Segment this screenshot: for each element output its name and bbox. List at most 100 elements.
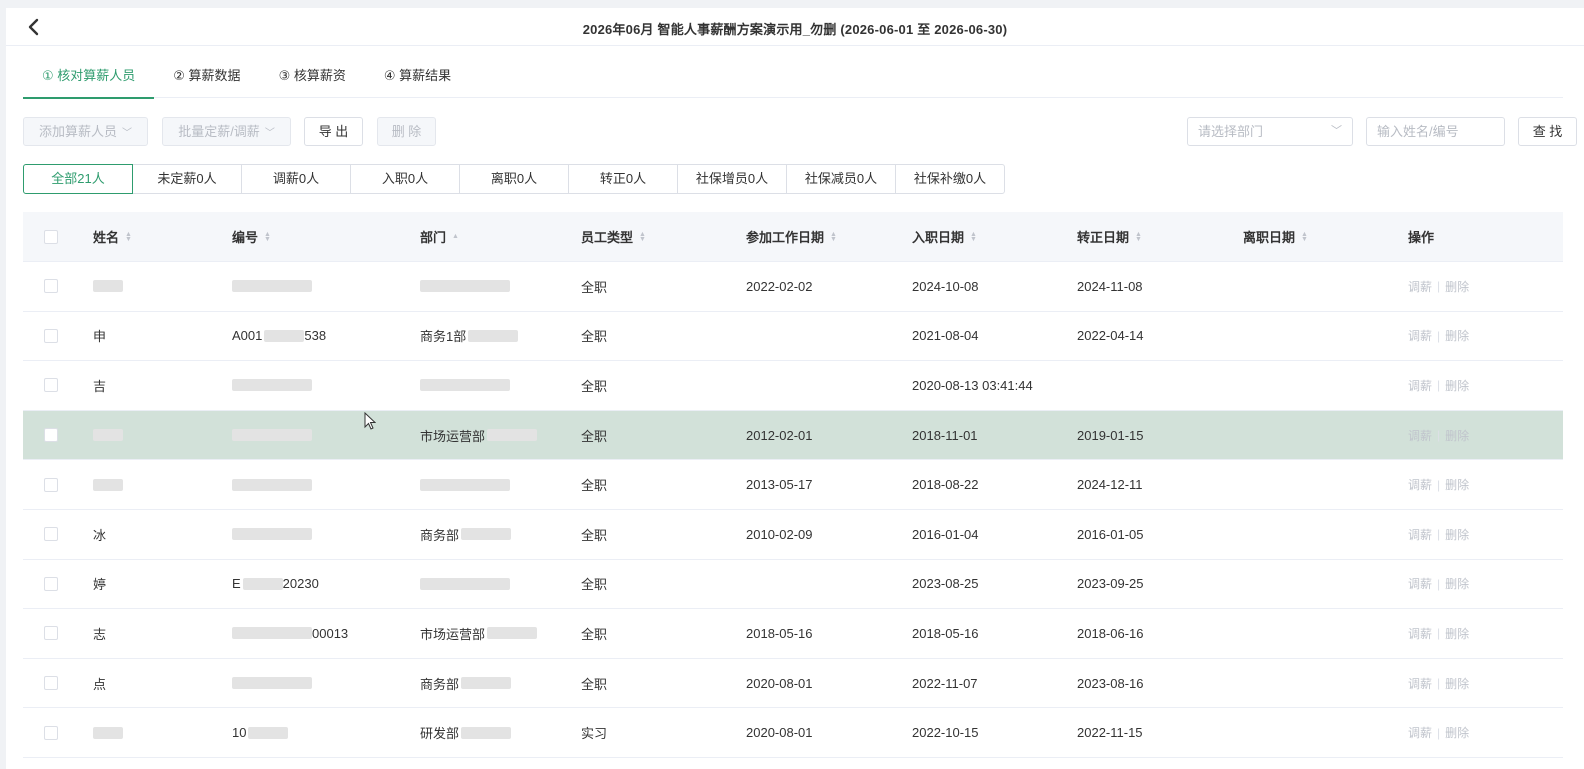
search-input[interactable] <box>1366 117 1505 146</box>
cell-name: 点 <box>93 676 107 692</box>
divider: | <box>1437 725 1441 740</box>
cell-work-date: 2022-02-02 <box>746 278 813 294</box>
page-header: 2026年06月 智能人事薪酬方案演示用_勿删 (2026-06-01 至 20… <box>6 8 1584 46</box>
cell-join-date: 2023-08-25 <box>912 576 979 592</box>
row-checkbox[interactable] <box>44 477 58 492</box>
cell-dept <box>420 262 510 311</box>
redacted-mask <box>242 577 283 590</box>
redacted-mask <box>232 379 312 392</box>
row-checkbox[interactable] <box>44 279 58 294</box>
adjust-salary-link[interactable]: 调薪 <box>1408 575 1432 592</box>
table-row[interactable]: 申 A001 538 商务1部 全职 2021-08-04 2022-04-14 调薪 | 删除 <box>23 311 1563 362</box>
adjust-salary-link[interactable]: 调薪 <box>1408 625 1432 642</box>
table-row[interactable]: 全职 2022-02-02 2024-10-08 2024-11-08 调薪 | 删除 <box>23 262 1563 312</box>
col-join-date[interactable]: 入职日期 ▲ ▼ <box>912 212 977 261</box>
col-dept[interactable]: 部门 ▲ <box>420 212 459 261</box>
redacted-mask <box>420 280 510 293</box>
filter-insurance-backpay[interactable]: 社保补缴0人 <box>895 164 1005 194</box>
cell-type: 全职 <box>581 378 608 394</box>
filter-insurance-remove[interactable]: 社保减员0人 <box>786 164 896 194</box>
table-row[interactable]: 冰 商务部 全职 2010-02-09 2016-01-04 2016-01-05 调薪 | 删… <box>23 509 1563 560</box>
col-name[interactable]: 姓名 ▲ ▼ <box>93 212 132 261</box>
row-checkbox[interactable] <box>44 725 58 740</box>
col-actions: 操作 <box>1408 230 1435 245</box>
table-row[interactable]: 10 研发部 实习 2020-08-01 2022-10-15 2022-11-15 调薪 |… <box>23 708 1563 758</box>
sort-icon: ▲ ▼ <box>970 230 977 243</box>
filter-adjusted[interactable]: 调薪0人 <box>241 164 351 194</box>
table-row[interactable]: 点 商务部 全职 2020-08-01 2022-11-07 2023-08-16 调薪 | 删… <box>23 658 1563 709</box>
adjust-salary-link[interactable]: 调薪 <box>1408 377 1432 394</box>
table-row[interactable]: 全职 2013-05-17 2018-08-22 2024-12-11 调薪 | 删除 <box>23 460 1563 510</box>
cell-regular-date: 2024-12-11 <box>1077 477 1143 493</box>
row-checkbox[interactable] <box>44 378 58 393</box>
table-row[interactable]: 吉 全职 2020-08-13 03:41:44 调薪 | 删除 <box>23 361 1563 411</box>
filter-left[interactable]: 离职0人 <box>459 164 569 194</box>
batch-adjust-button[interactable]: 批量定薪/调薪 ﹀ <box>162 117 291 146</box>
filter-regularized[interactable]: 转正0人 <box>568 164 678 194</box>
cell-join-date: 2024-10-08 <box>912 278 979 294</box>
adjust-salary-link[interactable]: 调薪 <box>1408 476 1432 493</box>
tab-verify-staff[interactable]: ① 核对算薪人员 <box>23 60 155 99</box>
cell-type: 全职 <box>581 577 608 593</box>
sort-icon: ▲ ▼ <box>125 230 132 243</box>
cell-id: A001 538 <box>232 328 327 344</box>
filter-insurance-add[interactable]: 社保增员0人 <box>677 164 787 194</box>
delete-row-link[interactable]: 删除 <box>1445 724 1469 741</box>
table-row[interactable]: 市场运营部 全职 2012-02-01 2018-11-01 2019-01-15 调薪 |… <box>23 410 1563 461</box>
redacted-mask <box>93 280 123 293</box>
adjust-salary-link[interactable]: 调薪 <box>1408 278 1432 295</box>
cell-name: 申 <box>93 329 107 345</box>
row-checkbox[interactable] <box>44 626 58 641</box>
divider: | <box>1437 676 1441 691</box>
delete-row-link[interactable]: 删除 <box>1445 526 1469 543</box>
adjust-salary-link[interactable]: 调薪 <box>1408 427 1432 444</box>
col-work-date[interactable]: 参加工作日期 ▲ ▼ <box>746 212 837 261</box>
col-regular-date[interactable]: 转正日期 ▲ ▼ <box>1077 212 1142 261</box>
delete-row-link[interactable]: 删除 <box>1445 427 1469 444</box>
cell-regular-date: 2019-01-15 <box>1077 427 1144 443</box>
table-row[interactable]: 志 00013 市场运营部 全职 2018-05-16 2018-05-16 2018-06… <box>23 609 1563 659</box>
staff-table: 姓名 ▲ ▼ 编号 ▲ ▼ 部门 ▲ 员工类型 ▲ ▼ 参加工作日期 ▲ ▼ 入职日期 ▲ ▼ 转正日… <box>23 212 1563 758</box>
add-staff-button[interactable]: 添加算薪人员 ﹀ <box>23 117 148 146</box>
filter-unset-salary[interactable]: 未定薪0人 <box>132 164 242 194</box>
delete-row-link[interactable]: 删除 <box>1445 675 1469 692</box>
filter-all[interactable]: 全部21人 <box>23 164 133 194</box>
adjust-salary-link[interactable]: 调薪 <box>1408 327 1432 344</box>
delete-row-link[interactable]: 删除 <box>1445 476 1469 493</box>
row-checkbox[interactable] <box>44 576 58 591</box>
tab-payroll-result[interactable]: ④ 算薪结果 <box>365 60 470 98</box>
delete-button[interactable]: 删 除 <box>377 117 436 146</box>
redacted-mask <box>232 429 312 442</box>
export-button[interactable]: 导 出 <box>304 117 363 146</box>
delete-row-link[interactable]: 删除 <box>1445 377 1469 394</box>
row-checkbox[interactable] <box>44 676 58 691</box>
col-id[interactable]: 编号 ▲ ▼ <box>232 212 271 261</box>
department-select[interactable]: 请选择部门 ﹀ <box>1187 117 1353 146</box>
redacted-mask <box>232 627 312 640</box>
adjust-salary-link[interactable]: 调薪 <box>1408 675 1432 692</box>
delete-row-link[interactable]: 删除 <box>1445 575 1469 592</box>
redacted-mask <box>232 677 312 690</box>
select-all-checkbox[interactable] <box>44 229 58 244</box>
row-checkbox[interactable] <box>44 428 58 443</box>
adjust-salary-link[interactable]: 调薪 <box>1408 724 1432 741</box>
tab-calculate-salary[interactable]: ③ 核算薪资 <box>260 60 365 98</box>
filter-joined[interactable]: 入职0人 <box>350 164 460 194</box>
adjust-salary-link[interactable]: 调薪 <box>1408 526 1432 543</box>
col-type[interactable]: 员工类型 ▲ ▼ <box>581 212 646 261</box>
col-leave-date[interactable]: 离职日期 ▲ ▼ <box>1243 212 1308 261</box>
cell-id: E 20230 <box>232 576 319 592</box>
redacted-mask <box>461 726 512 739</box>
delete-row-link[interactable]: 删除 <box>1445 327 1469 344</box>
delete-row-link[interactable]: 删除 <box>1445 625 1469 642</box>
delete-row-link[interactable]: 删除 <box>1445 278 1469 295</box>
divider: | <box>1437 279 1441 294</box>
row-checkbox[interactable] <box>44 328 58 343</box>
tab-payroll-data[interactable]: ② 算薪数据 <box>154 60 259 98</box>
cell-regular-date: 2022-04-14 <box>1077 328 1144 344</box>
table-row[interactable]: 婷 E 20230 全职 2023-08-25 2023-09-25 调薪 | 删除 <box>23 559 1563 610</box>
row-checkbox[interactable] <box>44 527 58 542</box>
cell-type: 全职 <box>581 527 608 543</box>
chevron-down-icon: ﹀ <box>264 128 275 139</box>
search-button[interactable]: 查 找 <box>1518 117 1577 146</box>
